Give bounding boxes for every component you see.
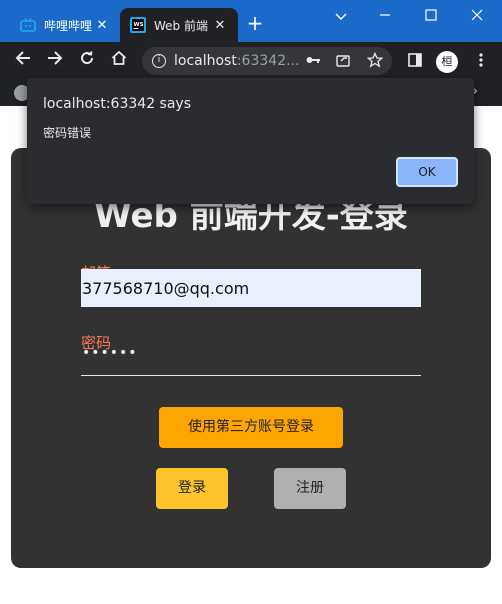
key-icon[interactable] <box>304 52 322 70</box>
login-button[interactable]: 登录 <box>156 468 228 509</box>
password-underline <box>81 375 421 376</box>
home-icon[interactable] <box>108 50 130 72</box>
svg-text:WS: WS <box>134 22 144 28</box>
site-info-icon[interactable]: i <box>152 54 166 68</box>
close-window-icon[interactable] <box>454 6 500 28</box>
webstorm-icon: WS <box>130 17 146 33</box>
browser-toolbar: i localhost:63342... 桓 <box>0 42 502 80</box>
maximize-icon[interactable] <box>408 6 454 28</box>
tab-title: 哔哩哔哩 <box>44 18 93 33</box>
tab-bilibili[interactable]: 哔哩哔哩 ✕ <box>10 8 120 42</box>
new-tab-button[interactable]: + <box>244 12 266 34</box>
profile-avatar[interactable]: 桓 <box>436 51 458 73</box>
more-menu-icon[interactable] <box>472 52 490 70</box>
tab-close-icon[interactable]: ✕ <box>212 18 228 33</box>
dialog-message: 密码错误 <box>43 126 92 140</box>
password-field[interactable]: •••••• <box>82 345 138 361</box>
email-value: 377568710@qq.com <box>82 279 250 298</box>
back-arrow-icon[interactable] <box>12 50 34 72</box>
forward-arrow-icon[interactable] <box>44 50 66 72</box>
tab-close-icon[interactable]: ✕ <box>94 18 110 33</box>
side-panel-icon[interactable] <box>406 52 424 70</box>
third-party-login-button[interactable]: 使用第三方账号登录 <box>159 407 343 448</box>
register-button[interactable]: 注册 <box>274 468 346 509</box>
minimize-icon[interactable] <box>362 6 408 28</box>
bookmark-star-icon[interactable] <box>366 51 384 70</box>
tab-title: Web 前端 <box>154 18 208 33</box>
address-bar[interactable]: i localhost:63342... <box>142 47 392 75</box>
tab-web-frontend[interactable]: WS Web 前端 ✕ <box>120 8 238 42</box>
tab-search-chevron-icon[interactable] <box>318 6 364 28</box>
share-icon[interactable] <box>334 52 352 70</box>
browser-titlebar: 哔哩哔哩 ✕ WS Web 前端 ✕ + <box>0 0 502 42</box>
address-url: localhost:63342... <box>174 53 300 69</box>
dialog-title: localhost:63342 says <box>43 96 191 112</box>
login-card: Web 前端开发-登录 邮箱 377568710@qq.com 密码 •••••… <box>11 148 491 568</box>
alert-dialog: localhost:63342 says 密码错误 OK <box>27 78 474 204</box>
bilibili-icon <box>20 17 36 33</box>
ok-button[interactable]: OK <box>396 157 458 187</box>
reload-icon[interactable] <box>76 50 98 72</box>
